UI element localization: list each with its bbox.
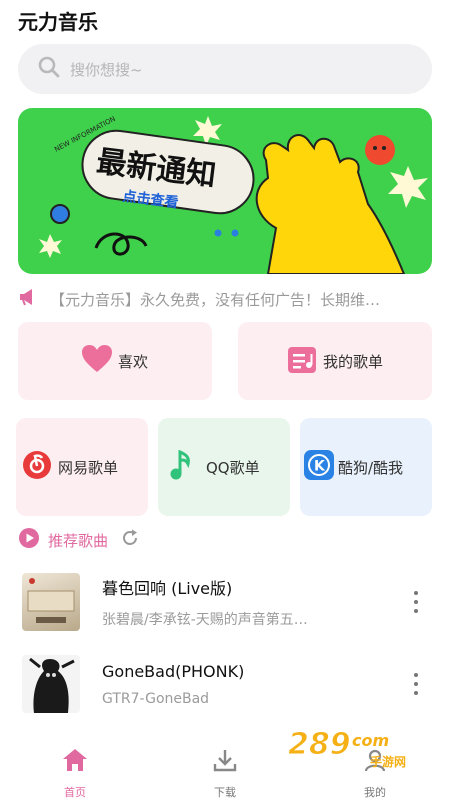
svg-text:289: 289 — [288, 727, 351, 762]
netease-icon — [22, 450, 52, 484]
news-banner[interactable]: NEW INFORMATION 最新通知 点击查看 — [18, 108, 432, 274]
tab-download[interactable]: 下载 — [150, 740, 300, 800]
more-options-icon[interactable] — [406, 591, 426, 613]
song-item[interactable]: GoneBad(PHONK) GTR7-GoneBad — [22, 652, 432, 716]
my-playlists-label: 我的歌单 — [322, 352, 383, 371]
qq-label: QQ歌单 — [206, 458, 260, 477]
tab-home-label: 首页 — [64, 786, 86, 799]
qq-music-icon — [168, 449, 192, 484]
likes-card[interactable]: 喜欢 — [18, 322, 212, 400]
album-cover — [22, 655, 80, 713]
play-circle-icon[interactable] — [18, 527, 40, 553]
playlist-icon — [287, 344, 317, 378]
netease-playlist-card[interactable]: 网易歌单 — [16, 418, 148, 516]
home-icon — [62, 748, 88, 776]
my-playlists-card[interactable]: 我的歌单 — [238, 322, 432, 400]
song-artist: GTR7-GoneBad — [102, 690, 210, 707]
search-placeholder: 搜你想搜~ — [70, 60, 143, 79]
more-options-icon[interactable] — [406, 673, 426, 695]
notice-bar[interactable]: 【元力音乐】永久免费，没有任何广告！长期维… — [18, 286, 432, 312]
song-title: 暮色回响 (Live版) — [102, 579, 233, 598]
kugou-playlist-card[interactable]: K 酷狗/酷我 — [300, 418, 432, 516]
megaphone-icon — [18, 288, 38, 310]
search-bar[interactable]: 搜你想搜~ — [18, 44, 432, 94]
app-title: 元力音乐 — [18, 10, 98, 34]
kugou-label: 酷狗/酷我 — [338, 458, 404, 477]
recommended-header: 推荐歌曲 — [18, 528, 140, 552]
svg-text:手游网: 手游网 — [370, 754, 406, 769]
likes-label: 喜欢 — [117, 352, 148, 371]
song-title: GoneBad(PHONK) — [102, 661, 245, 681]
netease-label: 网易歌单 — [58, 458, 119, 477]
qq-playlist-card[interactable]: QQ歌单 — [158, 418, 290, 516]
kugou-icon: K — [304, 450, 334, 484]
song-item[interactable]: 暮色回响 (Live版) 张碧晨/李承铉-天赐的声音第五… — [22, 570, 432, 634]
banner-artwork: NEW INFORMATION 最新通知 点击查看 — [39, 115, 428, 274]
svg-text:K: K — [314, 459, 326, 475]
tab-home[interactable]: 首页 — [0, 740, 150, 800]
search-icon — [38, 56, 60, 82]
refresh-icon[interactable] — [120, 528, 140, 552]
svg-text:com: com — [352, 731, 389, 750]
song-artist: 张碧晨/李承铉-天赐的声音第五… — [102, 612, 308, 628]
notice-text: 【元力音乐】永久免费，没有任何广告！长期维… — [50, 290, 381, 309]
download-icon — [213, 748, 237, 776]
tab-profile-label: 我的 — [364, 786, 386, 799]
heart-icon — [81, 345, 112, 377]
recommended-title: 推荐歌曲 — [48, 531, 109, 550]
tab-download-label: 下载 — [214, 786, 236, 799]
site-watermark: 289 com 手游网 — [288, 722, 428, 772]
album-cover — [22, 573, 80, 631]
